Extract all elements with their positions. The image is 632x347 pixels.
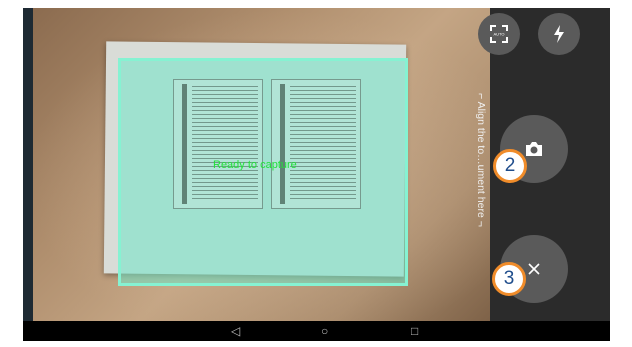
- flash-button[interactable]: [538, 13, 580, 55]
- callout-marker-capture: 2: [493, 149, 527, 183]
- nav-back-icon[interactable]: ◁: [231, 324, 240, 338]
- android-nav-bar: ◁ ○ □: [23, 321, 490, 341]
- camera-icon: [526, 142, 542, 156]
- document-page-right: [271, 79, 361, 209]
- viewfinder-edge: [23, 8, 33, 321]
- align-hint-text: ⌐ Align the to…ument here ¬: [475, 93, 487, 227]
- nav-home-icon[interactable]: ○: [321, 324, 328, 338]
- capture-status-text: Ready to capture: [213, 159, 297, 171]
- flash-icon: [554, 25, 564, 43]
- callout-marker-close: 3: [492, 262, 526, 296]
- auto-edge-button[interactable]: AUTO: [478, 13, 520, 55]
- document-detection-overlay: [118, 58, 408, 286]
- document-page-left: [173, 79, 263, 209]
- nav-recent-icon[interactable]: □: [411, 324, 418, 338]
- align-document-hint: ⌐ Align the to…ument here ¬: [473, 70, 489, 250]
- camera-viewfinder: Ready to capture: [23, 8, 490, 321]
- close-icon: [528, 263, 540, 275]
- svg-text:AUTO: AUTO: [493, 32, 504, 37]
- auto-edge-icon: AUTO: [490, 25, 508, 43]
